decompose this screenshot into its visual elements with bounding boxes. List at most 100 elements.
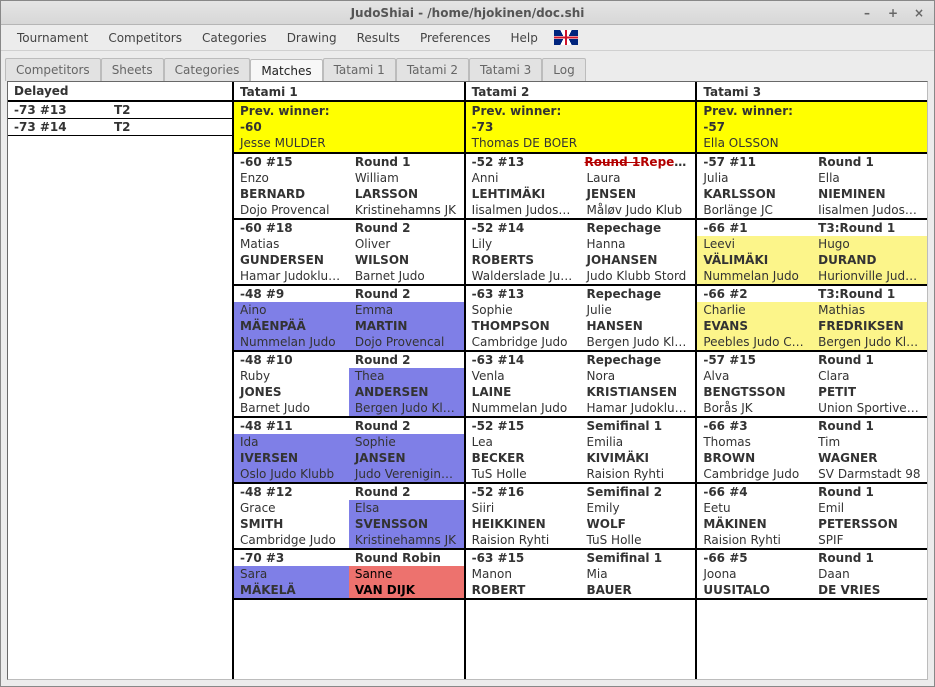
competitor-last: KRISTIANSEN (581, 384, 696, 400)
match-row[interactable]: -66 #1 T3:Round 1 Leevi Hugo VÄLIMÄKI DU… (697, 220, 927, 286)
competitor-club: Cambridge Judo (697, 466, 812, 482)
delayed-header: Delayed (8, 82, 232, 102)
competitor-first: Tim (812, 434, 927, 450)
tab-log[interactable]: Log (542, 58, 585, 81)
menu-help[interactable]: Help (501, 27, 548, 49)
match-round: T3:Round 1 (812, 286, 927, 302)
maximize-button[interactable]: + (884, 4, 902, 22)
competitor-last: ROBERTS (466, 252, 581, 268)
competitor-last: DE VRIES (812, 582, 927, 598)
competitor-first: Anni (466, 170, 581, 186)
tab-matches[interactable]: Matches (250, 59, 322, 82)
match-row[interactable]: -48 #11 Round 2 Ida Sophie IVERSEN JANSE… (234, 418, 464, 484)
competitor-last: SVENSSON (349, 516, 464, 532)
match-header: -63 #14 (466, 352, 581, 368)
match-row[interactable]: -52 #14 Repechage Lily Hanna ROBERTS JOH… (466, 220, 696, 286)
competitor-first: Thea (349, 368, 464, 384)
match-row[interactable]: -52 #15 Semifinal 1 Lea Emilia BECKER KI… (466, 418, 696, 484)
competitor-first: Lily (466, 236, 581, 252)
competitor-club: Bergen Judo Klubb (581, 334, 696, 350)
competitor-club: Nummelan Judo (234, 334, 349, 350)
competitor-club: Raision Ryhti (697, 532, 812, 548)
match-row[interactable]: -57 #15 Round 1 Alva Clara BENGTSSON PET… (697, 352, 927, 418)
match-row[interactable]: -70 #3 Round Robin Sara Sanne MÄKELÄ VAN… (234, 550, 464, 600)
delayed-row[interactable]: -73 #14 T2 (8, 119, 232, 136)
match-row[interactable]: -63 #13 Repechage Sophie Julie THOMPSON … (466, 286, 696, 352)
prev-winner-label: Prev. winner: (703, 104, 921, 118)
match-row[interactable]: -52 #16 Semifinal 2 Siiri Emily HEIKKINE… (466, 484, 696, 550)
match-round: Round Robin (349, 550, 464, 566)
match-row[interactable]: -60 #18 Round 2 Matias Oliver GUNDERSEN … (234, 220, 464, 286)
competitor-club: Cambridge Judo (234, 532, 349, 548)
window-title: JudoShiai - /home/hjokinen/doc.shi (351, 6, 585, 20)
competitor-last: WILSON (349, 252, 464, 268)
competitor-club: SPIF (812, 532, 927, 548)
competitor-club: Cambridge Judo (466, 334, 581, 350)
menu-tournament[interactable]: Tournament (7, 27, 98, 49)
competitor-last: DURAND (812, 252, 927, 268)
competitor-last: PETIT (812, 384, 927, 400)
language-flag-icon[interactable] (554, 30, 578, 45)
menu-preferences[interactable]: Preferences (410, 27, 501, 49)
match-row[interactable]: -63 #15 Semifinal 1 Manon Mia ROBERT BAU… (466, 550, 696, 600)
menu-categories[interactable]: Categories (192, 27, 277, 49)
match-round: Repechage (581, 220, 696, 236)
menu-drawing[interactable]: Drawing (277, 27, 347, 49)
tab-categories[interactable]: Categories (164, 58, 251, 81)
competitor-last: THOMPSON (466, 318, 581, 334)
match-list: -60 #15 Round 1 Enzo William BERNARD LAR… (234, 154, 464, 679)
competitor-club: Bergen Judo Klubb (349, 400, 464, 416)
competitor-last: MÄKELÄ (234, 582, 349, 598)
menu-results[interactable]: Results (347, 27, 410, 49)
competitor-last: KARLSSON (697, 186, 812, 202)
match-round: Round 1 (812, 550, 927, 566)
competitor-last: LARSSON (349, 186, 464, 202)
competitor-first: Manon (466, 566, 581, 582)
tatami-header: Tatami 3 (697, 82, 927, 102)
competitor-first: Elsa (349, 500, 464, 516)
match-round: Semifinal 1 (581, 418, 696, 434)
match-row[interactable]: -66 #3 Round 1 Thomas Tim BROWN WAGNER C… (697, 418, 927, 484)
competitor-first: Leevi (697, 236, 812, 252)
match-row[interactable]: -57 #11 Round 1 Julia Ella KARLSSON NIEM… (697, 154, 927, 220)
tab-tatami3[interactable]: Tatami 3 (469, 58, 542, 81)
minimize-button[interactable]: – (858, 4, 876, 22)
tab-tatami1[interactable]: Tatami 1 (323, 58, 396, 81)
menu-competitors[interactable]: Competitors (98, 27, 192, 49)
match-row[interactable]: -63 #14 Repechage Venla Nora LAINE KRIST… (466, 352, 696, 418)
close-button[interactable]: × (910, 4, 928, 22)
tab-tatami2[interactable]: Tatami 2 (396, 58, 469, 81)
match-row[interactable]: -66 #4 Round 1 Eetu Emil MÄKINEN PETERSS… (697, 484, 927, 550)
content-area: Delayed -73 #13 T2 -73 #14 T2 Tatami 1 P… (7, 81, 928, 680)
menubar: Tournament Competitors Categories Drawin… (1, 25, 934, 51)
competitor-first: Nora (581, 368, 696, 384)
match-round: Repechage (581, 352, 696, 368)
match-row[interactable]: -66 #5 Round 1 Joona Daan UUSITALO DE VR… (697, 550, 927, 600)
match-row[interactable]: -48 #9 Round 2 Aino Emma MÄENPÄÄ MARTIN … (234, 286, 464, 352)
match-row[interactable]: -48 #12 Round 2 Grace Elsa SMITH SVENSSO… (234, 484, 464, 550)
delayed-tatami: T2 (108, 102, 137, 118)
tabbar: Competitors Sheets Categories Matches Ta… (1, 55, 934, 81)
tatami-header: Tatami 2 (466, 82, 696, 102)
competitor-club: Raision Ryhti (466, 532, 581, 548)
tab-competitors[interactable]: Competitors (5, 58, 101, 81)
match-row[interactable]: -52 #13 Round 1Repechage Anni Laura LEHT… (466, 154, 696, 220)
delayed-row[interactable]: -73 #13 T2 (8, 102, 232, 119)
competitor-first: Clara (812, 368, 927, 384)
match-round: Round 2 (349, 352, 464, 368)
competitor-last: SMITH (234, 516, 349, 532)
competitor-last: VAN DIJK (349, 582, 464, 598)
match-row[interactable]: -48 #10 Round 2 Ruby Thea JONES ANDERSEN… (234, 352, 464, 418)
match-row[interactable]: -66 #2 T3:Round 1 Charlie Mathias EVANS … (697, 286, 927, 352)
competitor-last: JOHANSEN (581, 252, 696, 268)
competitor-club: Iisalmen Judoseura (812, 202, 927, 218)
competitor-first: Siiri (466, 500, 581, 516)
match-header: -66 #4 (697, 484, 812, 500)
competitor-first: Alva (697, 368, 812, 384)
competitor-last: GUNDERSEN (234, 252, 349, 268)
competitor-last: MÄENPÄÄ (234, 318, 349, 334)
competitor-last: BENGTSSON (697, 384, 812, 400)
match-row[interactable]: -60 #15 Round 1 Enzo William BERNARD LAR… (234, 154, 464, 220)
competitor-last: WOLF (581, 516, 696, 532)
tab-sheets[interactable]: Sheets (101, 58, 164, 81)
